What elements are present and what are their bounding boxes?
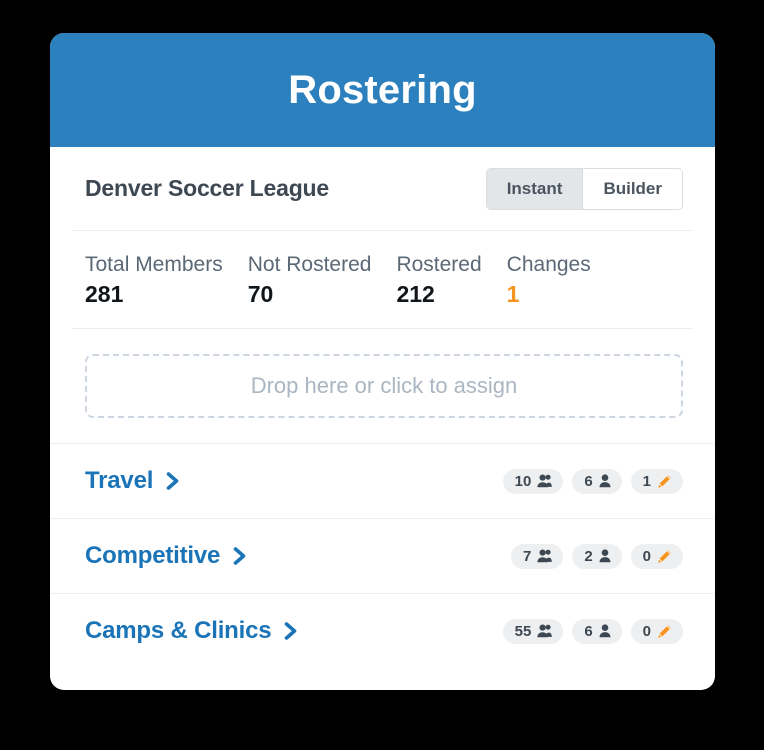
group-link[interactable]: Competitive bbox=[85, 544, 511, 568]
card-header: Rostering bbox=[50, 33, 715, 147]
stat-rostered: Rostered 212 bbox=[396, 253, 506, 308]
single-user-icon bbox=[599, 474, 611, 488]
badge-count: 6 bbox=[584, 622, 593, 640]
mode-toggle-group[interactable]: Instant Builder bbox=[485, 167, 683, 210]
group-name: Camps & Clinics bbox=[85, 617, 272, 645]
badge-pending-changes[interactable]: 1 bbox=[630, 468, 683, 494]
badge-rostered-members[interactable]: 6 bbox=[572, 468, 622, 494]
pencil-edit-icon bbox=[657, 474, 672, 489]
group-name: Travel bbox=[85, 467, 154, 495]
chevron-right-icon bbox=[233, 546, 248, 566]
league-row: Denver Soccer League Instant Builder bbox=[50, 147, 715, 230]
page-title: Rostering bbox=[288, 68, 477, 112]
stat-label: Rostered bbox=[396, 253, 482, 276]
badge-pending-changes[interactable]: 0 bbox=[630, 618, 683, 644]
stat-value: 70 bbox=[247, 281, 274, 308]
stat-not-rostered: Not Rostered 70 bbox=[247, 253, 397, 308]
screen: Rostering Denver Soccer League Instant B… bbox=[0, 0, 764, 750]
stat-label: Not Rostered bbox=[247, 253, 372, 276]
badge-count: 7 bbox=[522, 547, 532, 565]
stat-value: 212 bbox=[396, 281, 435, 308]
dropzone-label: Drop here or click to assign bbox=[250, 373, 518, 399]
group-row[interactable]: Travel 10 6 1 bbox=[50, 444, 715, 518]
group-badges: 7 2 0 bbox=[510, 543, 683, 569]
badge-count: 0 bbox=[642, 622, 651, 640]
badge-total-members[interactable]: 55 bbox=[502, 618, 564, 644]
group-link[interactable]: Travel bbox=[85, 469, 503, 493]
stats-row: Total Members 281 Not Rostered 70 Roster… bbox=[50, 231, 715, 328]
badge-rostered-members[interactable]: 2 bbox=[572, 543, 622, 569]
group-name: Competitive bbox=[85, 542, 221, 570]
badge-count: 1 bbox=[642, 472, 651, 490]
badge-count: 10 bbox=[514, 472, 532, 490]
chevron-right-icon bbox=[284, 621, 299, 641]
group-users-icon bbox=[537, 549, 553, 563]
rostering-card: Rostering Denver Soccer League Instant B… bbox=[50, 33, 715, 690]
group-badges: 55 6 0 bbox=[502, 618, 683, 644]
badge-rostered-members[interactable]: 6 bbox=[572, 618, 622, 644]
group-users-icon bbox=[537, 474, 553, 488]
chevron-right-icon bbox=[166, 471, 181, 491]
group-link[interactable]: Camps & Clinics bbox=[85, 619, 503, 643]
stat-changes: Changes 1 bbox=[506, 253, 616, 308]
pencil-edit-icon bbox=[657, 549, 672, 564]
single-user-icon bbox=[599, 549, 611, 563]
group-row[interactable]: Camps & Clinics 55 6 0 bbox=[50, 594, 715, 668]
stat-value: 281 bbox=[85, 281, 124, 308]
single-user-icon bbox=[599, 624, 611, 638]
dropzone-wrapper: Drop here or click to assign bbox=[50, 329, 715, 443]
toggle-builder-button[interactable]: Builder bbox=[582, 168, 682, 209]
stat-total-members: Total Members 281 bbox=[85, 253, 248, 308]
badge-count: 55 bbox=[514, 622, 532, 640]
badge-count: 6 bbox=[584, 472, 593, 490]
group-row[interactable]: Competitive 7 2 0 bbox=[50, 519, 715, 593]
pencil-edit-icon bbox=[657, 624, 672, 639]
badge-pending-changes[interactable]: 0 bbox=[630, 543, 683, 569]
group-users-icon bbox=[537, 624, 553, 638]
group-badges: 10 6 1 bbox=[502, 468, 683, 494]
stat-label: Changes bbox=[506, 253, 591, 276]
badge-total-members[interactable]: 7 bbox=[510, 543, 564, 569]
toggle-instant-button[interactable]: Instant bbox=[486, 168, 583, 209]
badge-count: 2 bbox=[584, 547, 593, 565]
stat-value: 1 bbox=[506, 281, 520, 308]
badge-total-members[interactable]: 10 bbox=[502, 468, 564, 494]
assign-dropzone[interactable]: Drop here or click to assign bbox=[85, 354, 683, 419]
badge-count: 0 bbox=[642, 547, 651, 565]
league-name: Denver Soccer League bbox=[85, 175, 330, 201]
stat-label: Total Members bbox=[85, 253, 223, 276]
